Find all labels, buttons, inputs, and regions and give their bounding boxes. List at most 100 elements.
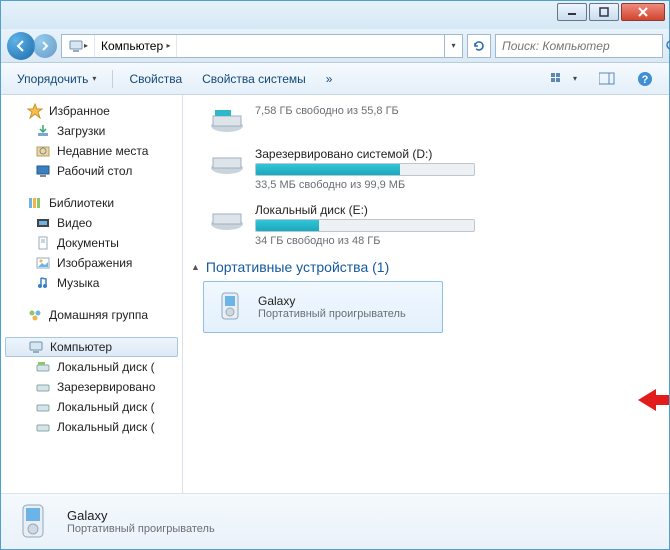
chevron-down-icon: ▾ (573, 74, 577, 83)
details-pane: Galaxy Портативный проигрыватель (1, 493, 669, 549)
chevron-right-icon: ▸ (166, 41, 170, 50)
forward-button[interactable] (33, 34, 57, 58)
details-name: Galaxy (67, 508, 215, 523)
organize-button[interactable]: Упорядочить ▾ (9, 68, 104, 90)
category-portable-devices[interactable]: ▲ Портативные устройства (1) (191, 259, 659, 275)
chevron-down-icon: ▾ (451, 41, 455, 50)
sidebar-item-drive[interactable]: Зарезервировано (1, 377, 182, 397)
pictures-icon (35, 255, 51, 271)
breadcrumb-label: Компьютер (101, 39, 163, 53)
search-input[interactable] (496, 39, 665, 53)
sidebar-item-video[interactable]: Видео (1, 213, 182, 233)
drive-icon (35, 419, 51, 435)
device-name: Galaxy (258, 294, 406, 308)
usage-bar (255, 219, 475, 232)
details-text: Galaxy Портативный проигрыватель (67, 508, 215, 535)
annotation-arrow (638, 387, 669, 416)
back-button[interactable] (7, 32, 35, 60)
device-item-galaxy[interactable]: Galaxy Портативный проигрыватель (203, 281, 443, 333)
search-box[interactable] (495, 34, 663, 58)
system-properties-button[interactable]: Свойства системы (194, 68, 314, 90)
sidebar-group-homegroup: Домашняя группа (1, 305, 182, 325)
sidebar-label: Библиотеки (49, 196, 114, 210)
drive-item[interactable]: Зарезервировано системой (D:) 33,5 МБ св… (209, 147, 659, 191)
help-icon: ? (637, 71, 653, 87)
drive-free-text: 7,58 ГБ свободно из 55,8 ГБ (255, 105, 495, 117)
sidebar-item-documents[interactable]: Документы (1, 233, 182, 253)
pane-icon (599, 72, 615, 86)
properties-button[interactable]: Свойства (121, 68, 190, 90)
drive-item[interactable]: 7,58 ГБ свободно из 55,8 ГБ (209, 105, 659, 135)
help-button[interactable]: ? (629, 67, 661, 91)
separator (112, 70, 113, 88)
sidebar-item-drive[interactable]: Локальный диск ( (1, 417, 182, 437)
sidebar-item-music[interactable]: Музыка (1, 273, 182, 293)
sidebar-item-drive[interactable]: Локальный диск ( (1, 357, 182, 377)
music-icon (35, 275, 51, 291)
portable-player-icon (214, 290, 248, 324)
view-icon (551, 72, 569, 86)
drive-icon (209, 203, 245, 233)
collapse-icon (12, 342, 22, 352)
sidebar-head-favorites[interactable]: Избранное (1, 101, 182, 121)
category-label: Портативные устройства (1) (206, 259, 389, 275)
sidebar-item-recent[interactable]: Недавние места (1, 141, 182, 161)
drive-icon (35, 399, 51, 415)
recent-icon (35, 143, 51, 159)
refresh-button[interactable] (467, 34, 491, 58)
usage-bar (255, 163, 475, 176)
drive-free-text: 33,5 МБ свободно из 99,9 МБ (255, 179, 495, 191)
drive-name: Локальный диск (E:) (255, 203, 495, 217)
address-computer-icon[interactable]: ▸ (62, 35, 95, 57)
minimize-button[interactable] (557, 3, 587, 21)
collapse-icon (11, 310, 21, 320)
sidebar-head-libraries[interactable]: Библиотеки (1, 193, 182, 213)
address-bar[interactable]: ▸ Компьютер ▸ ▾ (61, 34, 463, 58)
sidebar-group-favorites: Избранное Загрузки Недавние места Рабочи… (1, 101, 182, 181)
drive-free-text: 34 ГБ свободно из 48 ГБ (255, 235, 495, 247)
breadcrumb-computer[interactable]: Компьютер ▸ (95, 35, 177, 57)
search-icon[interactable] (665, 39, 670, 53)
video-icon (35, 215, 51, 231)
nav-buttons (7, 32, 57, 60)
maximize-button[interactable] (589, 3, 619, 21)
main-pane[interactable]: 7,58 ГБ свободно из 55,8 ГБ Зарезервиров… (183, 95, 669, 493)
close-button[interactable] (621, 3, 665, 21)
computer-icon (68, 38, 84, 54)
download-icon (35, 123, 51, 139)
sidebar-group-libraries: Библиотеки Видео Документы Изображения М… (1, 193, 182, 293)
sidebar-item-pictures[interactable]: Изображения (1, 253, 182, 273)
device-type: Портативный проигрыватель (258, 308, 406, 320)
nav-row: ▸ Компьютер ▸ ▾ (1, 29, 669, 63)
sidebar-item-downloads[interactable]: Загрузки (1, 121, 182, 141)
sidebar-label: Компьютер (50, 340, 112, 354)
collapse-triangle-icon: ▲ (191, 262, 200, 272)
toolbar: Упорядочить ▾ Свойства Свойства системы … (1, 63, 669, 95)
view-options-button[interactable]: ▾ (543, 68, 585, 90)
sidebar-head-homegroup[interactable]: Домашняя группа (1, 305, 182, 325)
drive-item[interactable]: Локальный диск (E:) 34 ГБ свободно из 48… (209, 203, 659, 247)
toolbar-overflow-button[interactable]: » (318, 68, 341, 90)
navigation-pane[interactable]: Избранное Загрузки Недавние места Рабочи… (1, 95, 183, 493)
sidebar-label: Домашняя группа (49, 308, 148, 322)
sidebar-group-computer: Компьютер Локальный диск ( Зарезервирова… (1, 337, 182, 437)
drive-info: Локальный диск (E:) 34 ГБ свободно из 48… (255, 203, 495, 247)
explorer-window: ▸ Компьютер ▸ ▾ Упорядочить ▾ Свойства С… (0, 0, 670, 550)
collapse-icon (11, 106, 21, 116)
documents-icon (35, 235, 51, 251)
content-area: Избранное Загрузки Недавние места Рабочи… (1, 95, 669, 493)
preview-pane-button[interactable] (591, 68, 623, 90)
libraries-icon (27, 195, 43, 211)
sidebar-item-desktop[interactable]: Рабочий стол (1, 161, 182, 181)
address-history-dropdown[interactable]: ▾ (444, 35, 462, 57)
organize-label: Упорядочить (17, 72, 88, 86)
collapse-icon (11, 198, 21, 208)
drive-icon (209, 147, 245, 177)
titlebar (1, 1, 669, 29)
drive-icon (35, 359, 51, 375)
chevron-right-icon: ▸ (84, 41, 88, 50)
sidebar-item-drive[interactable]: Локальный диск ( (1, 397, 182, 417)
svg-text:?: ? (642, 74, 649, 86)
sidebar-head-computer[interactable]: Компьютер (5, 337, 178, 357)
drive-name: Зарезервировано системой (D:) (255, 147, 495, 161)
